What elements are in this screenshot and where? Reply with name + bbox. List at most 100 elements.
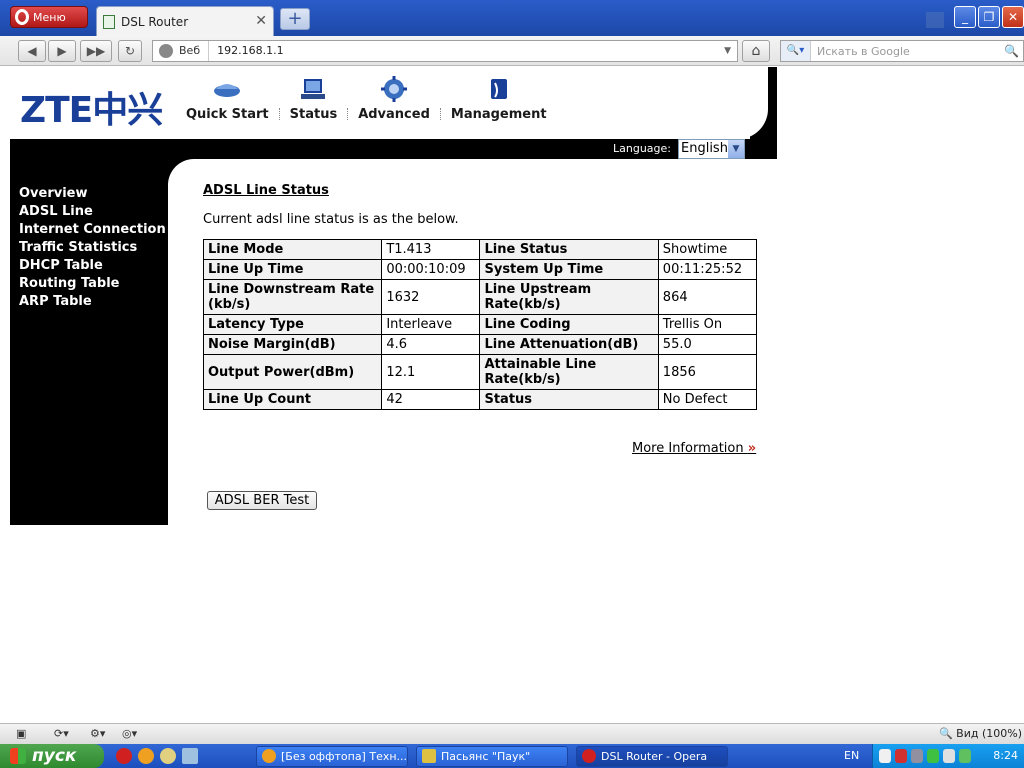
tab-title: DSL Router — [121, 14, 189, 29]
new-tab-button[interactable]: + — [280, 8, 310, 30]
chevron-down-icon[interactable]: ▼ — [728, 140, 744, 158]
zoom-control[interactable]: 🔍 Вид (100%) — [939, 727, 1022, 740]
taskbar-item-spider[interactable]: Пасьянс "Паук" — [416, 746, 568, 767]
status-field-value: 00:11:25:52 — [657, 259, 758, 280]
double-chevron-right-icon: » — [747, 441, 757, 456]
windows-flag-icon — [10, 748, 26, 764]
language-select[interactable]: English ▼ — [678, 139, 745, 159]
tab-list-icon[interactable] — [926, 12, 944, 28]
images-icon[interactable]: ◎▾ — [122, 727, 137, 742]
zoom-label: Вид (100%) — [956, 727, 1022, 740]
status-field-value: Interleave — [381, 314, 481, 335]
url-history-dropdown-icon[interactable]: ▼ — [724, 41, 731, 61]
status-field-label: Line Status — [479, 239, 659, 260]
status-field-value: 4.6 — [381, 334, 481, 355]
opera-menu-button[interactable]: Меню — [10, 6, 88, 28]
status-field-value: Trellis On — [657, 314, 758, 335]
nvidia-icon[interactable] — [959, 749, 971, 763]
status-field-label: Output Power(dBm) — [202, 354, 383, 390]
status-field-value: 1856 — [657, 354, 758, 390]
status-field-label: Line Mode — [202, 239, 383, 260]
tab-close-icon[interactable]: ✕ — [255, 13, 267, 29]
url-text[interactable]: 192.168.1.1 — [209, 41, 283, 61]
unite-icon[interactable]: ⚙▾ — [90, 727, 105, 742]
tool-tray-icon[interactable] — [911, 749, 923, 763]
sidebar-item-adsl-line[interactable]: ADSL Line — [19, 203, 166, 221]
nav-management[interactable]: Management — [441, 75, 557, 122]
gear-icon — [381, 76, 408, 102]
chrome-icon[interactable] — [138, 748, 154, 764]
tab-dsl-router[interactable]: DSL Router ✕ — [96, 6, 274, 36]
nav-advanced[interactable]: Advanced — [348, 75, 440, 122]
windows-taskbar: пуск [Без оффтопа] Техн... Пасьянс "Паук… — [0, 744, 1024, 768]
status-field-value: No Defect — [657, 389, 758, 410]
taskbar-item-opera[interactable]: DSL Router - Opera — [576, 746, 728, 767]
close-window-icon[interactable]: ✕ — [1002, 6, 1024, 28]
start-label: пуск — [32, 746, 77, 766]
back-icon[interactable]: ◀ — [18, 40, 46, 62]
search-placeholder: Искать в Google — [817, 44, 910, 58]
search-engine-icon[interactable]: 🔍▾ — [781, 41, 811, 61]
minimize-icon[interactable]: _ — [954, 6, 976, 28]
input-language[interactable]: EN — [844, 749, 859, 762]
more-information-link[interactable]: More Information » — [632, 441, 756, 456]
sidebar-item-overview[interactable]: Overview — [19, 185, 166, 203]
status-tray-icon[interactable] — [927, 749, 939, 763]
sidebar-item-dhcp-table[interactable]: DHCP Table — [19, 257, 166, 275]
quick-launch — [116, 748, 198, 764]
adsl-status-table: Line Mode T1.413 Line Status Showtime Line U… — [202, 239, 758, 410]
status-field-label: Line Upstream Rate(kb/s) — [479, 279, 659, 315]
language-label: Language: — [613, 142, 671, 155]
taskbar-item-label: [Без оффтопа] Техн... — [281, 750, 408, 763]
nav-advanced-label: Advanced — [358, 107, 430, 122]
sidebar-item-arp-table[interactable]: ARP Table — [19, 293, 166, 311]
status-field-value: Showtime — [657, 239, 758, 260]
tool-icon[interactable] — [160, 748, 176, 764]
antivirus-icon[interactable] — [895, 749, 907, 763]
network-icon[interactable] — [879, 749, 891, 763]
panel-toggle-icon[interactable]: ▣ — [16, 727, 26, 742]
clock: 8:24 — [993, 749, 1018, 762]
browser-tab-bar: Меню DSL Router ✕ + _ ❐ ✕ — [0, 0, 1024, 36]
reload-icon[interactable]: ↻ — [118, 40, 142, 62]
status-field-label: Attainable Line Rate(kb/s) — [479, 354, 659, 390]
table-row: Output Power(dBm) 12.1 Attainable Line Rat… — [202, 354, 758, 390]
main-content: ADSL Line Status Current adsl line statu… — [202, 183, 763, 510]
status-field-label: Latency Type — [202, 314, 383, 335]
router-header: ZTE中兴 Quick Start Status Advanced Manage… — [10, 67, 777, 139]
opera-logo-icon — [15, 9, 29, 25]
chrome-icon — [262, 749, 276, 763]
restore-icon[interactable]: ❐ — [978, 6, 1000, 28]
start-button[interactable]: пуск — [0, 744, 104, 768]
status-field-value: 864 — [657, 279, 758, 315]
fast-forward-icon[interactable]: ▶▶ — [80, 40, 112, 62]
sidebar-item-routing-table[interactable]: Routing Table — [19, 275, 166, 293]
opera-icon[interactable] — [116, 748, 132, 764]
nav-quick-start[interactable]: Quick Start — [176, 75, 279, 122]
solitaire-icon — [422, 749, 436, 763]
table-row: Line Up Count 42 Status No Defect — [202, 389, 758, 410]
adsl-ber-test-button[interactable]: ADSL BER Test — [207, 491, 317, 510]
taskbar-item-forum[interactable]: [Без оффтопа] Техн... — [256, 746, 408, 767]
url-field[interactable]: Веб 192.168.1.1 ▼ — [152, 40, 738, 62]
turbo-icon[interactable]: ⟳▾ — [54, 727, 69, 742]
search-input[interactable]: 🔍▾ Искать в Google 🔍 — [780, 40, 1024, 62]
desktop-icon[interactable] — [182, 748, 198, 764]
status-field-value: 55.0 — [657, 334, 758, 355]
nav-status[interactable]: Status — [280, 75, 348, 122]
table-row: Line Mode T1.413 Line Status Showtime — [202, 239, 758, 260]
address-bar: ◀ ▶ ▶▶ ↻ Веб 192.168.1.1 ▼ ⌂ 🔍▾ Искать в… — [0, 36, 1024, 66]
status-field-label: Line Attenuation(dB) — [479, 334, 659, 355]
globe-icon — [159, 44, 173, 58]
sidebar-item-internet-connection[interactable]: Internet Connection — [19, 221, 166, 239]
sidebar: Overview ADSL Line Internet Connection T… — [10, 159, 168, 525]
status-field-label: Line Downstream Rate (kb/s) — [202, 279, 383, 315]
home-icon[interactable]: ⌂ — [742, 40, 770, 62]
search-go-icon[interactable]: 🔍 — [1004, 44, 1019, 58]
forward-icon[interactable]: ▶ — [48, 40, 76, 62]
sidebar-item-traffic-statistics[interactable]: Traffic Statistics — [19, 239, 166, 257]
more-information-label: More Information — [632, 441, 744, 456]
volume-icon[interactable] — [943, 749, 955, 763]
table-row: Noise Margin(dB) 4.6 Line Attenuation(dB) 5… — [202, 334, 758, 355]
top-navigation: Quick Start Status Advanced Management — [176, 75, 557, 122]
